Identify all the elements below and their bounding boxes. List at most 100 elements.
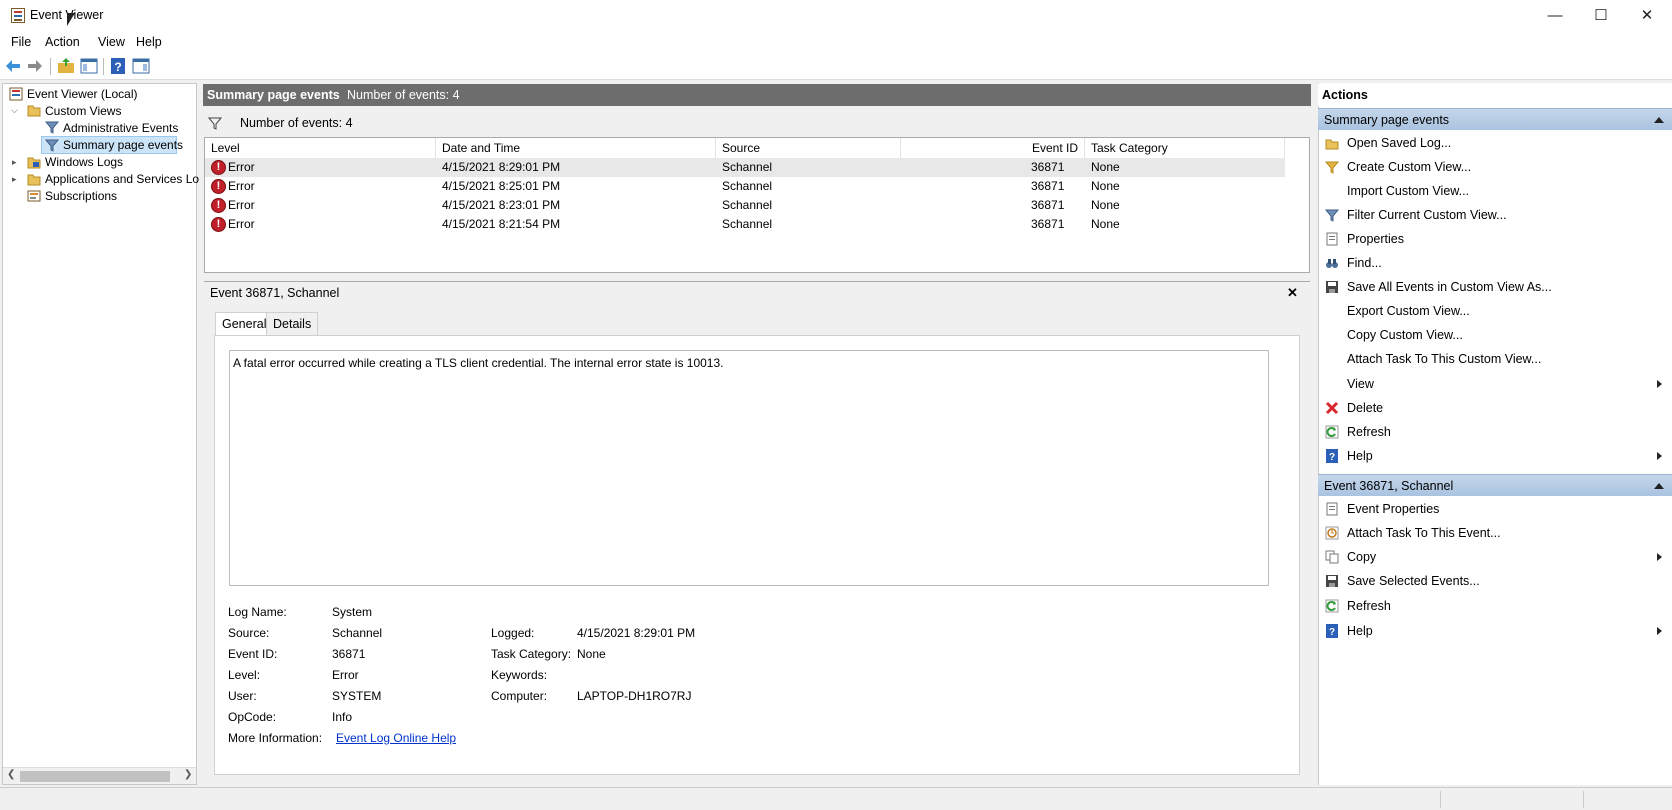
action-copy-custom-view[interactable]: Copy Custom View...: [1318, 323, 1672, 347]
value-event-id[interactable]: 36871: [332, 647, 365, 661]
action-help[interactable]: ? Help: [1318, 444, 1672, 468]
tree-item-administrative-events[interactable]: Administrative Events: [63, 119, 178, 137]
collapse-icon[interactable]: [1654, 117, 1664, 123]
column-header-event-id[interactable]: Event ID: [901, 138, 1085, 158]
binoculars-icon: [1326, 259, 1338, 268]
help-icon[interactable]: ?: [109, 57, 127, 75]
label-task-category: Task Category:: [491, 647, 572, 661]
action-save-all-events[interactable]: Save All Events in Custom View As...: [1318, 275, 1672, 299]
actions-section-summary-page-events[interactable]: Summary page events: [1318, 108, 1672, 130]
label-user: User:: [228, 689, 257, 703]
value-computer[interactable]: LAPTOP-DH1RO7RJ: [577, 689, 691, 703]
action-open-saved-log[interactable]: Open Saved Log...: [1318, 131, 1672, 155]
chevron-right-icon[interactable]: ▸: [12, 157, 17, 168]
help-icon: ?: [1326, 624, 1338, 638]
action-save-selected-events[interactable]: Save Selected Events...: [1318, 569, 1672, 593]
table-row[interactable]: ! Error 4/15/2021 8:25:01 PM Schannel 36…: [205, 177, 1285, 196]
menu-view[interactable]: View: [98, 35, 125, 49]
help-icon: ?: [1326, 449, 1338, 463]
value-task-category[interactable]: None: [577, 647, 606, 661]
forward-arrow-icon[interactable]: [26, 57, 44, 75]
action-view[interactable]: View: [1318, 372, 1672, 396]
value-opcode[interactable]: Info: [332, 710, 352, 724]
scroll-left-icon[interactable]: ❮: [7, 769, 15, 780]
action-delete[interactable]: Delete: [1318, 396, 1672, 420]
console-tree: Event Viewer (Local) ⌵ Custom Views Admi…: [2, 83, 199, 785]
table-row[interactable]: ! Error 4/15/2021 8:23:01 PM Schannel 36…: [205, 196, 1285, 215]
action-attach-task-event[interactable]: Attach Task To This Event...: [1318, 521, 1672, 545]
action-filter-current-custom-view[interactable]: Filter Current Custom View...: [1318, 203, 1672, 227]
value-logged[interactable]: 4/15/2021 8:29:01 PM: [577, 626, 695, 640]
mouse-cursor-icon: [67, 13, 75, 26]
chevron-down-icon[interactable]: ⌵: [11, 105, 18, 116]
action-refresh-event[interactable]: Refresh: [1318, 594, 1672, 618]
tab-general[interactable]: General: [215, 312, 274, 336]
menu-help[interactable]: Help: [136, 35, 162, 49]
filter-icon: [45, 121, 59, 134]
windows-logs-icon: [27, 157, 41, 169]
cell-datetime: 4/15/2021 8:23:01 PM: [442, 198, 561, 212]
center-header-title: Summary page events: [207, 88, 340, 102]
cell-level: Error: [228, 160, 255, 174]
folder-icon: [27, 174, 41, 186]
value-level[interactable]: Error: [332, 668, 359, 682]
actions-section-event[interactable]: Event 36871, Schannel: [1318, 474, 1672, 496]
show-hide-console-tree-icon[interactable]: [80, 57, 98, 75]
cell-level: Error: [228, 179, 255, 193]
tab-details[interactable]: Details: [266, 312, 319, 335]
cell-source: Schannel: [722, 179, 773, 193]
minimize-button[interactable]: —: [1532, 0, 1578, 31]
label-more-information: More Information:: [228, 731, 323, 745]
action-properties[interactable]: Properties: [1318, 227, 1672, 251]
tree-item-event-viewer-local[interactable]: Event Viewer (Local): [27, 85, 138, 103]
tree-item-subscriptions[interactable]: Subscriptions: [45, 187, 117, 205]
menu-action[interactable]: Action: [45, 35, 80, 49]
event-viewer-app-icon: [11, 8, 25, 23]
tree-horizontal-scrollbar[interactable]: ❮ ❯: [3, 767, 196, 784]
column-header-level[interactable]: Level: [205, 138, 436, 158]
subscriptions-icon: [27, 190, 41, 202]
column-header-date-time[interactable]: Date and Time: [436, 138, 716, 158]
table-row[interactable]: ! Error 4/15/2021 8:29:01 PM Schannel 36…: [205, 158, 1285, 177]
action-export-custom-view[interactable]: Export Custom View...: [1318, 299, 1672, 323]
action-help-event[interactable]: ? Help: [1318, 619, 1672, 643]
tree-item-applications-and-services[interactable]: Applications and Services Lo: [45, 170, 199, 188]
action-create-custom-view[interactable]: Create Custom View...: [1318, 155, 1672, 179]
events-grid: Level Date and Time Source Event ID Task…: [204, 137, 1310, 273]
chevron-right-icon[interactable]: ▸: [12, 174, 17, 185]
filter-icon: [208, 117, 222, 130]
scroll-right-icon[interactable]: ❯: [184, 769, 192, 780]
column-header-source[interactable]: Source: [716, 138, 901, 158]
error-icon: !: [211, 179, 226, 194]
cell-task: None: [1091, 160, 1120, 174]
action-event-properties[interactable]: Event Properties: [1318, 497, 1672, 521]
table-row[interactable]: ! Error 4/15/2021 8:21:54 PM Schannel 36…: [205, 215, 1285, 234]
scrollbar-thumb[interactable]: [20, 771, 170, 782]
submenu-arrow-icon: [1657, 452, 1662, 460]
menu-bar: File Action View Help: [0, 31, 1672, 53]
action-refresh[interactable]: Refresh: [1318, 420, 1672, 444]
maximize-button[interactable]: ☐: [1578, 0, 1624, 31]
tree-item-custom-views[interactable]: Custom Views: [45, 102, 121, 120]
close-icon[interactable]: ✕: [1287, 285, 1298, 301]
action-attach-task-custom-view[interactable]: Attach Task To This Custom View...: [1318, 347, 1672, 371]
back-arrow-icon[interactable]: [4, 57, 22, 75]
cell-level: Error: [228, 198, 255, 212]
value-user[interactable]: SYSTEM: [332, 689, 381, 703]
action-copy[interactable]: Copy: [1318, 545, 1672, 569]
tree-item-summary-page-events[interactable]: Summary page events: [63, 136, 183, 154]
action-import-custom-view[interactable]: Import Custom View...: [1318, 179, 1672, 203]
collapse-icon[interactable]: [1654, 483, 1664, 489]
up-folder-icon[interactable]: [57, 57, 75, 75]
event-log-online-help-link[interactable]: Event Log Online Help: [336, 731, 456, 745]
menu-file[interactable]: File: [11, 35, 31, 49]
value-log-name[interactable]: System: [332, 605, 372, 619]
action-find[interactable]: Find...: [1318, 251, 1672, 275]
event-description[interactable]: A fatal error occurred while creating a …: [229, 350, 1269, 586]
close-window-button[interactable]: ✕: [1624, 0, 1670, 31]
show-hide-action-pane-icon[interactable]: [132, 57, 150, 75]
column-header-task-category[interactable]: Task Category: [1085, 138, 1285, 158]
open-folder-icon: [1325, 139, 1339, 150]
value-source[interactable]: Schannel: [332, 626, 382, 640]
tree-item-windows-logs[interactable]: Windows Logs: [45, 153, 123, 171]
